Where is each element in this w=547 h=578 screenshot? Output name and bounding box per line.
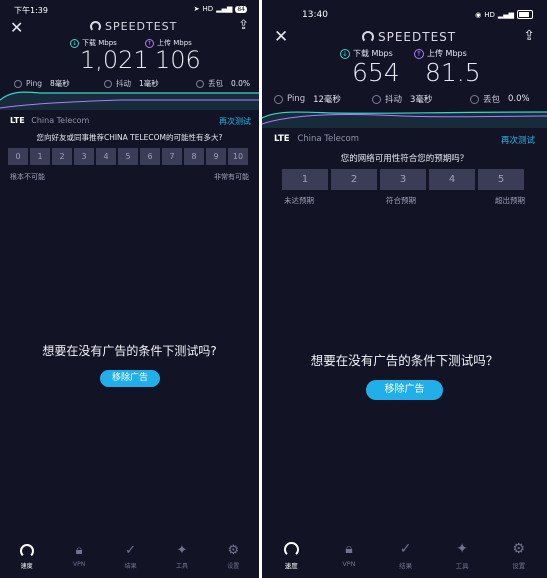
- retest-link[interactable]: 再次测试: [219, 116, 251, 127]
- survey-option-6[interactable]: 6: [140, 148, 160, 165]
- close-icon[interactable]: ✕: [274, 27, 288, 47]
- survey-right-label: 非常有可能: [214, 173, 249, 181]
- network-info: LTE China Telecom: [274, 134, 360, 144]
- jitter-icon: [372, 94, 381, 104]
- nav-vpn[interactable]: 🔒︎ VPN: [73, 544, 85, 570]
- status-icons: ◉ HD ▂▄▆: [475, 10, 533, 19]
- battery-level: 84: [235, 5, 247, 13]
- magic-wand-icon: ✦: [456, 541, 468, 557]
- speed-graph: [0, 91, 259, 110]
- ad-free-prompt: 想要在没有广告的条件下测试吗?: [42, 344, 217, 358]
- remove-ads-button[interactable]: 移除广告: [100, 370, 160, 387]
- right-screenshot: 13:40 ◉ HD ▂▄▆ ✕ SPEEDTEST ⇪ ↓ 下载 Mbps ↑…: [262, 0, 547, 578]
- survey-option-1[interactable]: 1: [282, 169, 328, 190]
- survey-scale: 1 2 3 4 5: [282, 169, 524, 190]
- survey-right-label: 超出预期: [495, 196, 525, 205]
- gauge-icon: [362, 31, 374, 43]
- logo-text: SPEEDTEST: [378, 30, 457, 44]
- bottom-nav: 速度 🔒︎ VPN ✓ 结果 ✦ 工具 ⚙ 设置: [262, 542, 547, 570]
- survey-option-1[interactable]: 1: [30, 148, 50, 165]
- loss-icon: [196, 79, 204, 88]
- survey-option-10[interactable]: 10: [228, 148, 248, 165]
- download-value: 654: [352, 58, 400, 87]
- download-area: [262, 112, 547, 128]
- speedtest-logo: SPEEDTEST: [362, 30, 456, 44]
- survey-option-8[interactable]: 8: [184, 148, 204, 165]
- status-time: 下午1:39: [14, 6, 48, 15]
- nav-vpn[interactable]: 🔒︎ VPN: [342, 542, 355, 570]
- gear-icon: ⚙: [227, 543, 240, 558]
- nav-settings[interactable]: ⚙ 设置: [512, 541, 525, 571]
- survey-question: 您的网络可用性符合您的预期吗？: [340, 154, 469, 164]
- left-screenshot: 下午1:39 ➤ HD ▂▄▆ 84 ✕ SPEEDTEST ⇪ ↓ 下载 Mb…: [0, 0, 259, 578]
- survey-left-label: 未达预期: [284, 196, 314, 205]
- loss-icon: [470, 94, 479, 104]
- gauge-icon: [90, 21, 101, 32]
- lock-icon: 🔒︎: [75, 543, 83, 558]
- status-icons: ➤ HD ▂▄▆ 84: [194, 5, 247, 13]
- magic-wand-icon: ✦: [176, 543, 188, 558]
- survey-option-5[interactable]: 5: [478, 169, 524, 190]
- lock-icon: 🔒︎: [345, 541, 353, 557]
- remove-ads-button[interactable]: 移除广告: [366, 380, 443, 400]
- nav-tools[interactable]: ✦ 工具: [456, 541, 469, 571]
- check-circle-icon: ✓: [125, 543, 137, 558]
- network-info: LTE China Telecom: [10, 116, 90, 125]
- survey-option-3[interactable]: 3: [74, 148, 94, 165]
- check-circle-icon: ✓: [399, 541, 412, 557]
- speedtest-logo: SPEEDTEST: [90, 20, 177, 33]
- nav-results[interactable]: ✓ 结果: [399, 541, 412, 571]
- survey-option-2[interactable]: 2: [52, 148, 72, 165]
- signal-icon: ▂▄▆: [497, 10, 514, 19]
- hd-icon: HD: [484, 10, 495, 19]
- nav-settings[interactable]: ⚙ 设置: [227, 543, 240, 571]
- speed-graph: [262, 111, 547, 128]
- nav-results[interactable]: ✓ 结果: [125, 543, 137, 571]
- survey-option-3[interactable]: 3: [380, 169, 426, 190]
- share-icon[interactable]: ⇪: [523, 28, 535, 44]
- survey-mid-label: 符合预期: [386, 196, 416, 205]
- survey-option-0[interactable]: 0: [8, 148, 28, 165]
- download-area: [0, 92, 259, 110]
- upload-arrow-icon: ↑: [414, 48, 424, 59]
- nav-speed[interactable]: 速度: [19, 544, 34, 570]
- bottom-nav: 速度 🔒︎ VPN ✓ 结果 ✦ 工具 ⚙ 设置: [0, 544, 259, 570]
- speedometer-icon: [283, 542, 299, 557]
- survey-option-4[interactable]: 4: [429, 169, 475, 190]
- download-arrow-icon: ↓: [70, 38, 79, 48]
- battery-icon: [517, 10, 533, 19]
- signal-icon: ▂▄▆: [216, 5, 233, 13]
- survey-left-label: 根本不可能: [10, 173, 45, 181]
- upload-value: 81.5: [425, 58, 481, 87]
- location-icon: ➤: [193, 5, 200, 13]
- jitter-icon: [104, 79, 112, 88]
- gear-icon: ⚙: [512, 541, 525, 557]
- survey-question: 您向好友或同事推荐CHINA TELECOM的可能性有多大?: [36, 133, 223, 142]
- survey-option-5[interactable]: 5: [118, 148, 138, 165]
- status-time: 13:40: [302, 10, 328, 20]
- download-value: 1,021: [80, 46, 149, 74]
- nav-tools[interactable]: ✦ 工具: [176, 543, 188, 571]
- location-icon: ◉: [475, 10, 482, 19]
- upload-value: 106: [155, 46, 201, 74]
- close-icon[interactable]: ✕: [10, 18, 23, 37]
- survey-scale: 0 1 2 3 4 5 6 7 8 9 10: [8, 148, 248, 165]
- ad-free-prompt: 想要在没有广告的条件下测试吗？: [310, 353, 499, 368]
- ping-icon: [274, 94, 283, 104]
- hd-icon: HD: [202, 5, 214, 13]
- retest-link[interactable]: 再次测试: [501, 134, 535, 146]
- survey-option-9[interactable]: 9: [206, 148, 226, 165]
- ping-icon: [14, 79, 22, 88]
- speedometer-icon: [19, 544, 34, 558]
- share-icon[interactable]: ⇪: [238, 18, 249, 33]
- logo-text: SPEEDTEST: [105, 20, 178, 33]
- survey-option-4[interactable]: 4: [96, 148, 116, 165]
- download-arrow-icon: ↓: [340, 48, 350, 59]
- survey-option-2[interactable]: 2: [331, 169, 377, 190]
- survey-option-7[interactable]: 7: [162, 148, 182, 165]
- nav-speed[interactable]: 速度: [283, 542, 299, 570]
